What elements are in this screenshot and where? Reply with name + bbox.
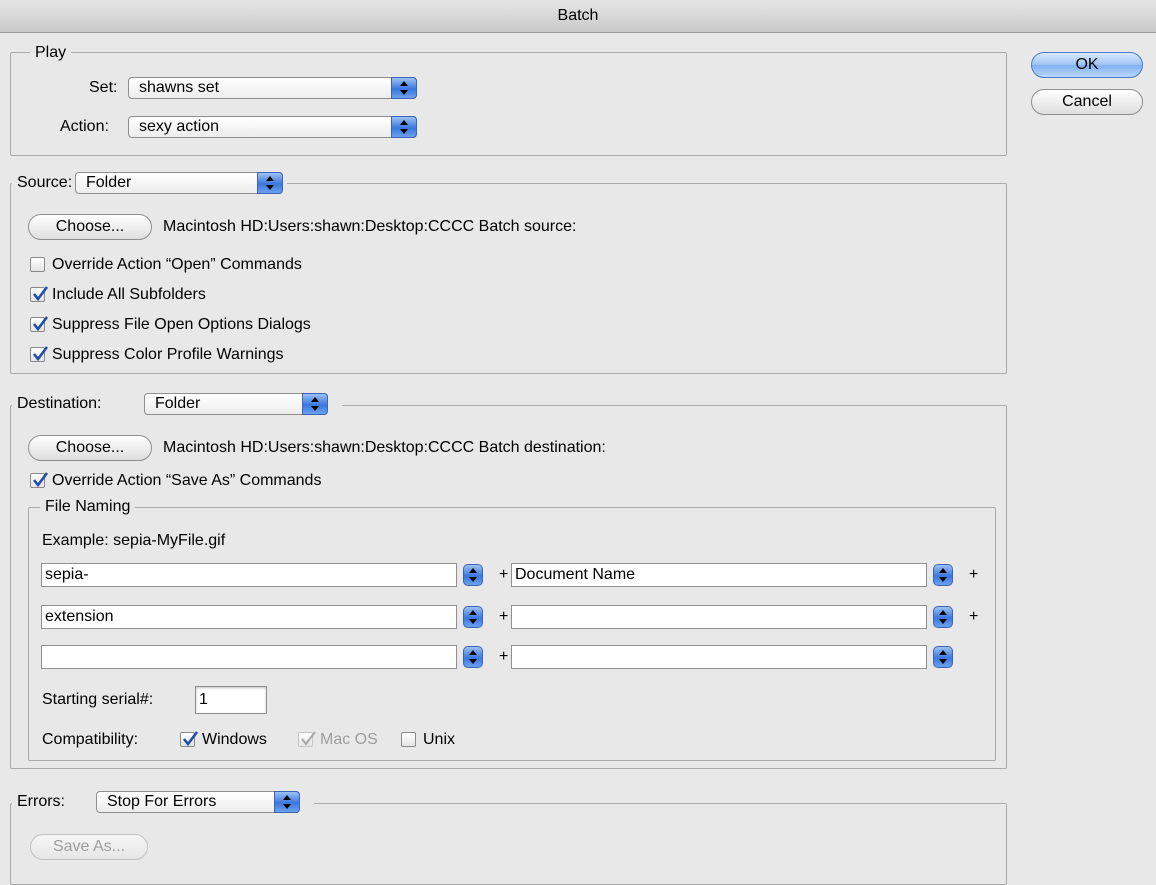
errors-popup[interactable]: Stop For Errors	[96, 791, 300, 813]
override-save-as-label: Override Action “Save As” Commands	[52, 472, 322, 489]
errors-group	[10, 803, 1007, 885]
errors-label: Errors:	[17, 793, 65, 810]
naming-row1-left-popup[interactable]	[463, 564, 483, 586]
updown-arrows-icon	[257, 172, 283, 194]
starting-serial-field[interactable]: 1	[195, 686, 267, 714]
suppress-color-profile-checkbox[interactable]	[30, 346, 49, 362]
action-popup-value: sexy action	[139, 118, 220, 135]
errors-legend: Errors: Stop For Errors	[12, 790, 314, 814]
cancel-button[interactable]: Cancel	[1031, 89, 1143, 115]
windows-checkbox[interactable]	[180, 731, 199, 747]
destination-label: Destination:	[17, 395, 102, 412]
naming-row1-left-field[interactable]: sepia-	[41, 563, 457, 587]
naming-row2-left-popup[interactable]	[463, 606, 483, 628]
destination-popup[interactable]: Folder	[144, 393, 328, 415]
starting-serial-label: Starting serial#:	[42, 691, 154, 708]
action-popup[interactable]: sexy action	[128, 116, 417, 138]
checkmark-icon	[32, 286, 49, 302]
compatibility-label: Compatibility:	[42, 731, 139, 748]
set-popup[interactable]: shawns set	[128, 77, 417, 99]
updown-arrows-icon	[469, 568, 477, 582]
source-label: Source:	[17, 174, 73, 191]
updown-arrows-icon	[939, 610, 947, 624]
naming-row3-right-popup[interactable]	[933, 646, 953, 668]
naming-row1-right-field[interactable]: Document Name	[511, 563, 927, 587]
checkmark-icon	[32, 472, 49, 488]
updown-arrows-icon	[939, 568, 947, 582]
source-popup[interactable]: Folder	[75, 172, 283, 194]
suppress-file-open-label: Suppress File Open Options Dialogs	[52, 316, 311, 333]
destination-choose-button[interactable]: Choose...	[28, 435, 152, 461]
file-naming-example: Example: sepia-MyFile.gif	[42, 532, 226, 549]
macos-label: Mac OS	[320, 731, 378, 748]
updown-arrows-icon	[302, 393, 328, 415]
action-label: Action:	[60, 118, 109, 135]
suppress-file-open-checkbox[interactable]	[30, 316, 49, 332]
errors-save-as-button: Save As...	[30, 834, 148, 860]
plus-sign: +	[969, 566, 979, 583]
updown-arrows-icon	[391, 116, 417, 138]
naming-row2-right-popup[interactable]	[933, 606, 953, 628]
plus-sign: +	[499, 608, 509, 625]
set-popup-value: shawns set	[139, 79, 220, 96]
updown-arrows-icon	[391, 77, 417, 99]
checkmark-icon	[32, 346, 49, 362]
plus-sign: +	[969, 608, 979, 625]
errors-popup-value: Stop For Errors	[107, 793, 217, 810]
source-path: Macintosh HD:Users:shawn:Desktop:CCCC Ba…	[163, 218, 577, 235]
window-title: Batch	[557, 7, 599, 24]
updown-arrows-icon	[469, 610, 477, 624]
updown-arrows-icon	[939, 650, 947, 664]
naming-row3-right-field[interactable]	[511, 645, 927, 669]
plus-sign: +	[499, 566, 509, 583]
play-legend: Play	[30, 42, 72, 64]
destination-path: Macintosh HD:Users:shawn:Desktop:CCCC Ba…	[163, 439, 606, 456]
updown-arrows-icon	[274, 791, 300, 813]
naming-row2-right-field[interactable]	[511, 605, 927, 629]
unix-label: Unix	[423, 731, 456, 748]
play-group	[10, 52, 1007, 156]
plus-sign: +	[499, 648, 509, 665]
naming-row3-left-field[interactable]	[41, 645, 457, 669]
source-popup-value: Folder	[86, 174, 132, 191]
override-open-checkbox[interactable]	[30, 257, 45, 272]
ok-button[interactable]: OK	[1031, 52, 1143, 78]
set-label: Set:	[89, 79, 118, 96]
naming-row2-left-field[interactable]: extension	[41, 605, 457, 629]
source-choose-button[interactable]: Choose...	[28, 214, 152, 240]
destination-popup-value: Folder	[155, 395, 201, 412]
unix-checkbox[interactable]	[401, 732, 416, 747]
include-subfolders-label: Include All Subfolders	[52, 286, 206, 303]
updown-arrows-icon	[469, 650, 477, 664]
override-save-as-checkbox[interactable]	[30, 472, 49, 488]
checkmark-icon	[32, 316, 49, 332]
windows-label: Windows	[202, 731, 267, 748]
source-legend: Source: Folder	[12, 171, 287, 195]
file-naming-legend: File Naming	[40, 496, 136, 518]
suppress-color-profile-label: Suppress Color Profile Warnings	[52, 346, 284, 363]
macos-checkbox	[298, 731, 316, 747]
checkmark-icon	[182, 731, 199, 747]
checkmark-icon	[301, 731, 316, 746]
destination-legend: Destination: Folder	[12, 392, 342, 416]
include-subfolders-checkbox[interactable]	[30, 286, 49, 302]
naming-row3-left-popup[interactable]	[463, 646, 483, 668]
naming-row1-right-popup[interactable]	[933, 564, 953, 586]
override-open-label: Override Action “Open” Commands	[52, 256, 302, 273]
title-bar: Batch	[0, 0, 1156, 33]
